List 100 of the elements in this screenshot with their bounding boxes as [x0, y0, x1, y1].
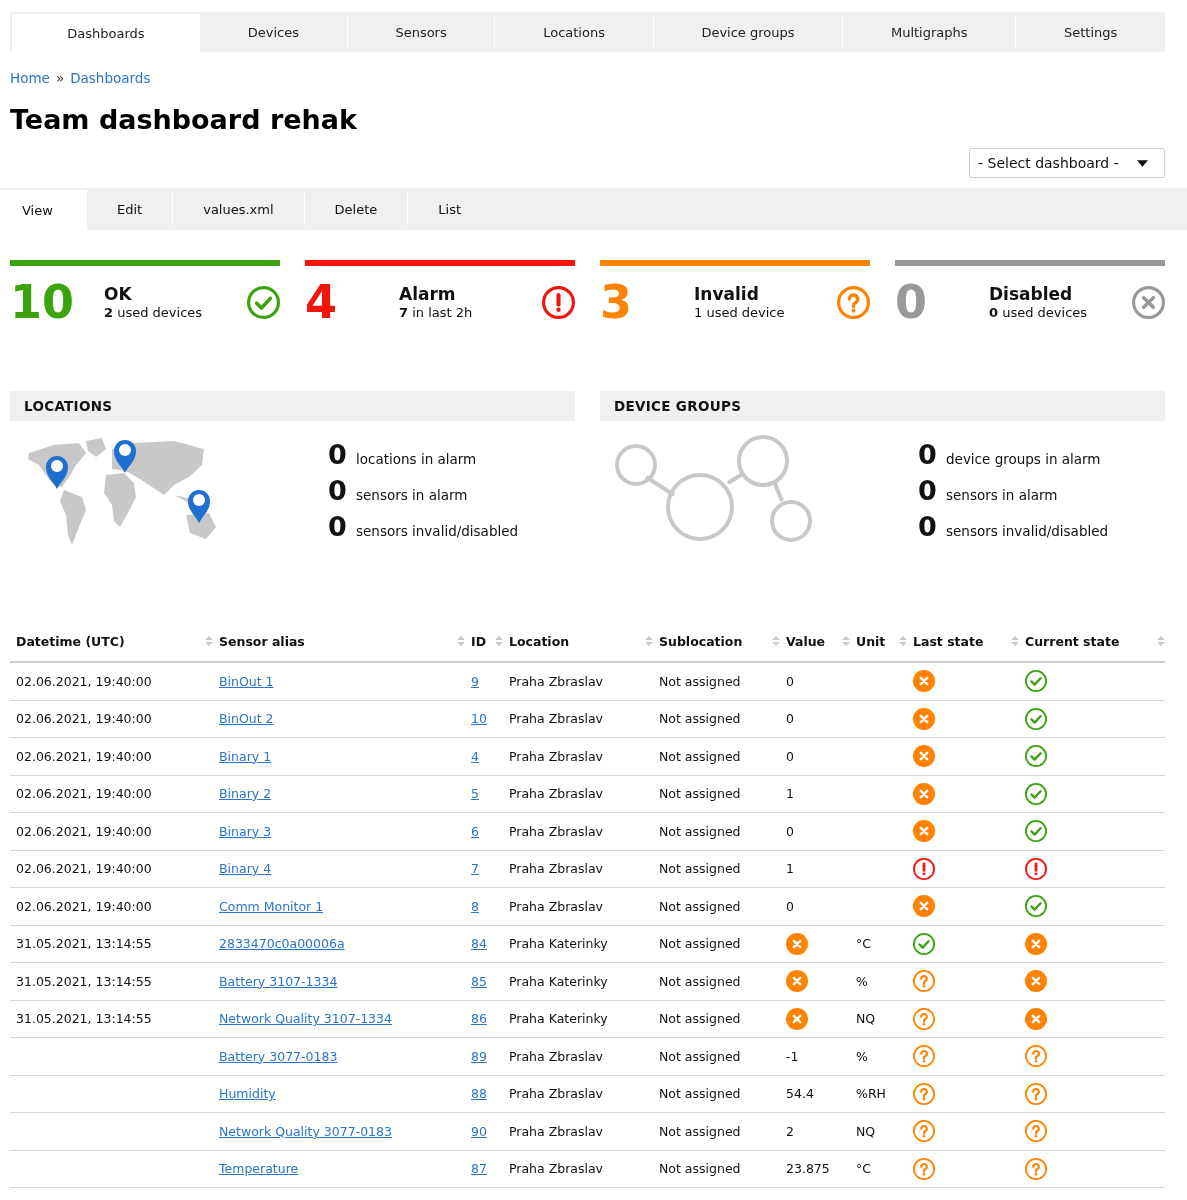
id-link[interactable]: 6: [471, 823, 479, 839]
nav-tab[interactable]: Dashboards: [12, 14, 200, 52]
table-cell: 02.06.2021, 19:40:00: [16, 673, 152, 689]
column-header[interactable]: Current state: [1025, 633, 1120, 649]
table-cell: Praha Zbraslav: [509, 1123, 603, 1139]
sensor-link[interactable]: Binary 1: [219, 748, 272, 764]
status-count: 0: [895, 279, 928, 325]
nav-tab[interactable]: Sensors: [346, 16, 495, 48]
column-header[interactable]: Last state: [913, 633, 984, 649]
sort-icon[interactable]: [899, 635, 907, 647]
stat-count: 0: [918, 439, 938, 470]
table-cell: 0: [786, 823, 794, 839]
table-cell: Praha Zbraslav: [509, 1161, 603, 1177]
status-detail: 0 used devices: [989, 305, 1089, 320]
id-link[interactable]: 87: [471, 1161, 487, 1177]
table-cell: 02.06.2021, 19:40:00: [16, 861, 152, 877]
id-link[interactable]: 86: [471, 1011, 487, 1027]
sensor-link[interactable]: Temperature: [219, 1161, 299, 1177]
stat-label: device groups in alarm: [946, 451, 1101, 467]
id-link[interactable]: 10: [471, 711, 487, 727]
id-link[interactable]: 88: [471, 1086, 487, 1102]
action-tab[interactable]: Edit: [87, 193, 173, 225]
id-link[interactable]: 85: [471, 973, 487, 989]
table-cell: NQ: [856, 1123, 876, 1139]
sort-icon[interactable]: [842, 635, 850, 647]
sensor-link[interactable]: Binary 2: [219, 786, 272, 802]
sort-icon[interactable]: [205, 635, 213, 647]
sensor-link[interactable]: Binary 4: [219, 861, 272, 877]
table-cell: 54.4: [786, 1086, 814, 1102]
stat-label: sensors invalid/disabled: [946, 523, 1109, 539]
id-link[interactable]: 9: [471, 673, 479, 689]
column-header[interactable]: Location: [509, 633, 570, 649]
status-detail: 1 used device: [694, 305, 786, 320]
action-tab[interactable]: values.xml: [172, 193, 304, 225]
table-cell: Praha Zbraslav: [509, 1048, 603, 1064]
sort-icon[interactable]: [495, 635, 503, 647]
sensor-link[interactable]: Humidity: [219, 1086, 276, 1102]
id-link[interactable]: 5: [471, 786, 479, 802]
sort-icon[interactable]: [772, 635, 780, 647]
table-cell: Not assigned: [659, 1161, 741, 1177]
sensor-link[interactable]: 2833470c0a00006a: [219, 936, 345, 952]
nav-tab[interactable]: Settings: [1015, 16, 1166, 48]
sensor-link[interactable]: Network Quality 3077-0183: [219, 1123, 392, 1139]
table-cell: Not assigned: [659, 1086, 741, 1102]
table-cell: Praha Zbraslav: [509, 786, 603, 802]
stat-count: 0: [918, 511, 938, 542]
nav-tab[interactable]: Multigraphs: [842, 16, 1016, 48]
table-cell: 31.05.2021, 13:14:55: [16, 936, 152, 952]
status-label: OK: [104, 284, 133, 304]
sensor-link[interactable]: Battery 3077-0183: [219, 1048, 338, 1064]
action-tab[interactable]: View: [0, 190, 87, 230]
sort-icon[interactable]: [645, 635, 653, 647]
id-link[interactable]: 7: [471, 861, 479, 877]
sensor-link[interactable]: Network Quality 3107-1334: [219, 1011, 392, 1027]
sensor-link[interactable]: Battery 3107-1334: [219, 973, 338, 989]
column-header[interactable]: Unit: [856, 633, 886, 649]
table-cell: Praha Zbraslav: [509, 673, 603, 689]
id-link[interactable]: 84: [471, 936, 487, 952]
stat-count: 0: [918, 475, 938, 506]
column-header[interactable]: ID: [471, 633, 487, 649]
sort-icon[interactable]: [1157, 635, 1165, 647]
table-cell: Praha Zbraslav: [509, 861, 603, 877]
table-cell: Praha Zbraslav: [509, 898, 603, 914]
action-tab[interactable]: List: [407, 193, 492, 225]
breadcrumb-separator: »: [55, 70, 65, 86]
nav-tab[interactable]: Locations: [494, 16, 653, 48]
sort-icon[interactable]: [1011, 635, 1019, 647]
table-cell: Not assigned: [659, 673, 741, 689]
table-cell: 2: [786, 1123, 794, 1139]
table-cell: Not assigned: [659, 898, 741, 914]
column-header[interactable]: Sensor alias: [219, 633, 305, 649]
nav-tab[interactable]: Devices: [200, 16, 347, 48]
sensor-link[interactable]: Comm Monitor 1: [219, 898, 324, 914]
sensor-link[interactable]: BinOut 1: [219, 673, 274, 689]
column-header[interactable]: Value: [786, 633, 826, 649]
stat-count: 0: [328, 511, 348, 542]
breadcrumb-link[interactable]: Home: [10, 70, 50, 86]
status-label: Invalid: [694, 284, 760, 304]
table-cell: %RH: [856, 1086, 886, 1102]
id-link[interactable]: 4: [471, 748, 479, 764]
id-link[interactable]: 89: [471, 1048, 487, 1064]
column-header[interactable]: Sublocation: [659, 633, 743, 649]
table-cell: %: [856, 973, 868, 989]
nav-tab[interactable]: Device groups: [652, 16, 843, 48]
table-cell: 02.06.2021, 19:40:00: [16, 711, 152, 727]
table-cell: Praha Katerinky: [509, 1011, 608, 1027]
id-link[interactable]: 90: [471, 1123, 487, 1139]
id-link[interactable]: 8: [471, 898, 479, 914]
sensor-link[interactable]: Binary 3: [219, 823, 272, 839]
action-tab[interactable]: Delete: [303, 193, 408, 225]
sort-icon[interactable]: [457, 635, 465, 647]
table-cell: 1: [786, 861, 794, 877]
dashboard-select[interactable]: - Select dashboard -: [969, 148, 1165, 178]
column-header[interactable]: Datetime (UTC): [16, 633, 125, 649]
table-cell: Praha Katerinky: [509, 973, 608, 989]
table-cell: 0: [786, 898, 794, 914]
breadcrumb-link[interactable]: Dashboards: [70, 70, 151, 86]
sensor-link[interactable]: BinOut 2: [219, 711, 274, 727]
table-cell: Praha Zbraslav: [509, 1086, 603, 1102]
table-cell: 02.06.2021, 19:40:00: [16, 748, 152, 764]
